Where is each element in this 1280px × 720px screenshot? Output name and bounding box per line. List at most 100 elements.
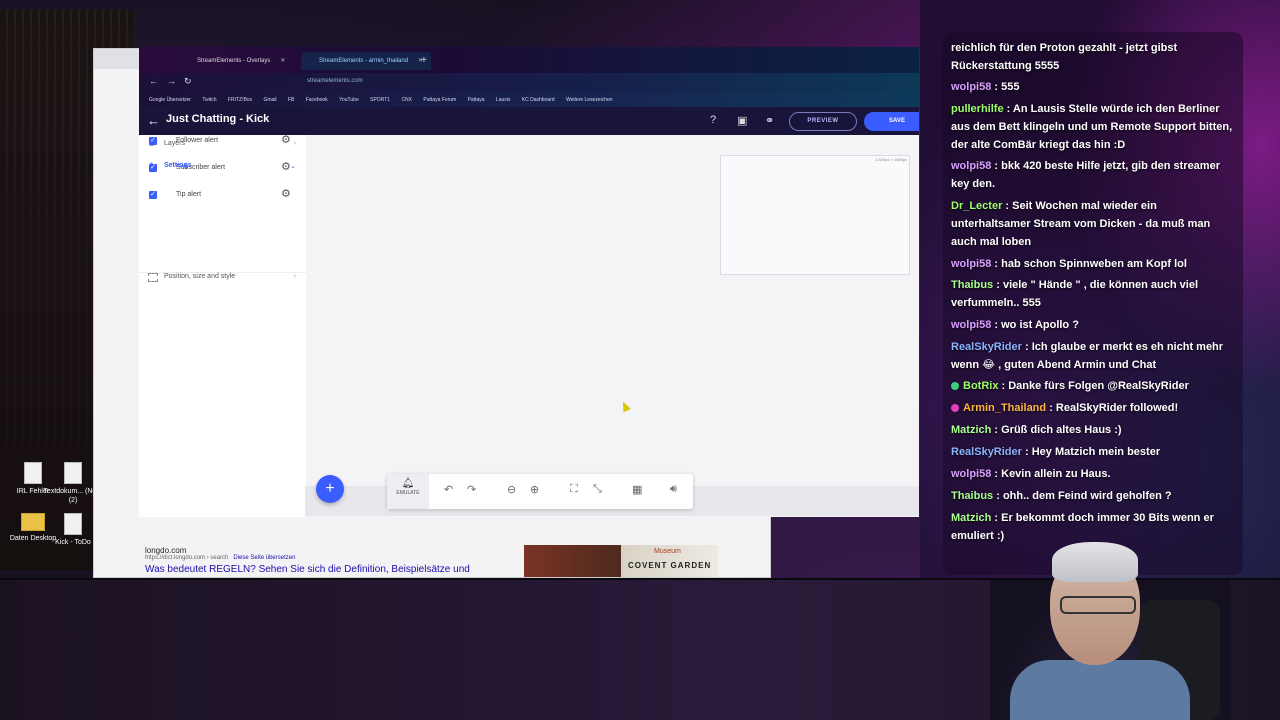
streamer-hair <box>1052 542 1138 582</box>
chat-message: wolpi58 : Kevin allein zu Haus. <box>951 468 1111 480</box>
chat-username: Thaibus <box>951 490 994 502</box>
save-button[interactable]: SAVE <box>864 112 919 131</box>
overlay-title[interactable]: Just Chatting - Kick <box>166 113 269 125</box>
chat-message: wolpi58 : bkk 420 beste Hilfe jetzt, gib… <box>951 160 1220 190</box>
url-text[interactable]: streamelements.com <box>307 78 363 84</box>
tab-armin-thailand[interactable]: StreamElements - armin_thailand ✕ <box>301 52 431 70</box>
chat-username: Matzich <box>951 424 992 436</box>
new-tab-icon[interactable]: + <box>417 52 431 70</box>
chat-username: Thaibus <box>951 279 994 291</box>
sidebar-item-position[interactable]: Position, size and style › <box>139 272 306 282</box>
volume-icon[interactable]: 🔊︎ <box>670 483 677 496</box>
address-bar[interactable]: ← → ↻ streamelements.com <box>139 73 919 93</box>
bookmark-item[interactable]: SPORT1 <box>370 93 390 107</box>
bookmarks-bar: Google Übersetzer Twitch FRITZ!Box Gmail… <box>139 93 919 107</box>
redo-icon[interactable]: ↷ <box>467 483 476 496</box>
chat-message: Matzich : Grüß dich altes Haus :) <box>951 424 1122 436</box>
document-icon <box>64 513 82 535</box>
chevron-right-icon: › <box>293 273 296 280</box>
editor-header: ← Just Chatting - Kick ? ▣ ⚭ PREVIEW SAV… <box>139 107 919 135</box>
grid-icon[interactable]: ▦ <box>632 483 642 496</box>
museum-label: Museum <box>654 548 681 555</box>
emulate-button[interactable]: 🔔︎ EMULATE <box>387 474 429 509</box>
streamelements-browser-window[interactable]: StreamElements - Overlays ✕ StreamElement… <box>139 47 919 517</box>
bookmark-item[interactable]: Gmail <box>263 93 276 107</box>
link-icon[interactable]: ⚭ <box>765 114 774 127</box>
chevron-down-icon: ⌄ <box>290 163 296 170</box>
bookmark-item[interactable]: Pattaya Forum <box>423 93 456 107</box>
chat-username: RealSkyRider <box>951 446 1022 458</box>
zoom-out-icon[interactable]: ⊖ <box>507 483 516 496</box>
help-icon[interactable]: ? <box>710 114 716 126</box>
chat-message: RealSkyRider : Ich glaube er merkt es eh… <box>951 341 1224 371</box>
undo-icon[interactable]: ↶ <box>444 483 453 496</box>
chat-username: wolpi58 <box>951 468 992 480</box>
chat-message: Thaibus : viele " Hände " , die können a… <box>951 279 1198 309</box>
map-image-thumbnail[interactable]: Museum COVENT GARDEN <box>524 545 718 577</box>
alert-widget-box[interactable]: 1,920px × 1080px <box>720 155 910 275</box>
bookmark-item[interactable]: KC Dashboard <box>522 93 555 107</box>
bookmark-item[interactable]: CNX <box>401 93 412 107</box>
search-result[interactable]: longdo.com https://dict.longdo.com › sea… <box>145 546 505 575</box>
chat-username: BotRix <box>963 380 999 392</box>
follower-alert-label: Follower alert <box>176 137 219 144</box>
exit-fullscreen-icon[interactable]: ⤡ <box>593 483 602 496</box>
chat-message: Armin_Thailand : RealSkyRider followed! <box>951 399 1236 417</box>
bookmark-item[interactable]: FB <box>288 93 294 107</box>
bookmark-item[interactable]: FRITZ!Box <box>228 93 252 107</box>
document-icon <box>24 462 42 484</box>
webcam-feed <box>990 540 1230 720</box>
fullscreen-icon[interactable]: ⛶ <box>570 483 578 496</box>
tip-alert-label: Tip alert <box>176 191 202 198</box>
bookmark-item[interactable]: Lausis <box>496 93 510 107</box>
result-site: longdo.com <box>145 546 187 555</box>
chat-message: Thaibus : ohh.. dem Feind wird geholfen … <box>951 490 1172 502</box>
chat-message: RealSkyRider : Hey Matzich mein bester <box>951 446 1161 458</box>
bookmark-item[interactable]: Facebook <box>306 93 328 107</box>
tab-overlays[interactable]: StreamElements - Overlays ✕ <box>179 52 307 70</box>
forward-arrow-icon[interactable]: → <box>167 76 176 86</box>
back-arrow-icon[interactable]: ← <box>147 113 160 128</box>
preview-button[interactable]: PREVIEW <box>789 112 857 131</box>
zoom-in-icon[interactable]: ⊕ <box>530 483 539 496</box>
streamer-body <box>1010 660 1190 720</box>
bookmark-item[interactable]: Pattaya <box>468 93 485 107</box>
add-widget-button[interactable]: + <box>316 475 344 503</box>
editor-toolbar: 🔔︎ EMULATE ↶ ↷ ⊖ ⊕ ⛶ ⤡ ▦ 🔊︎ <box>387 474 693 509</box>
chat-username: pullerhilfe <box>951 103 1004 115</box>
chat-username: Matzich <box>951 512 992 524</box>
overlay-canvas[interactable]: 1,920px × 1080px <box>306 135 919 517</box>
bookmark-item[interactable]: Twitch <box>202 93 216 107</box>
glasses <box>1060 596 1136 614</box>
follower-alert-checkbox[interactable]: ✓ <box>149 137 157 145</box>
tip-alert-checkbox[interactable]: ✓ <box>149 191 157 199</box>
close-icon[interactable]: ✕ <box>280 58 285 64</box>
gear-icon[interactable]: ⚙ <box>281 133 291 146</box>
bookmark-item[interactable]: Weitere Lesezeichen <box>566 93 613 107</box>
bookmark-item[interactable]: YouTube <box>339 93 359 107</box>
settings-sidebar: ≡ Layers › ✎ Settings ⌄ ✓ Follower alert… <box>139 133 307 517</box>
reload-icon[interactable]: ↻ <box>184 76 192 87</box>
chat-message: wolpi58 : 555 <box>951 81 1020 93</box>
chevron-right-icon: › <box>293 140 296 147</box>
monitor-icon[interactable]: ▣ <box>737 114 747 127</box>
translate-link[interactable]: Diese Seite übersetzen <box>233 555 295 561</box>
chat-username: wolpi58 <box>951 81 992 93</box>
document-icon <box>64 462 82 484</box>
bookmark-item[interactable]: Google Übersetzer <box>149 93 191 107</box>
gear-icon[interactable]: ⚙ <box>281 160 291 173</box>
subscriber-alert-label: Subscriber alert <box>176 164 226 171</box>
back-arrow-icon[interactable]: ← <box>149 76 158 86</box>
chat-message: wolpi58 : hab schon Spinnweben am Kopf l… <box>951 258 1187 270</box>
result-title[interactable]: Was bedeutet REGELN? Sehen Sie sich die … <box>145 564 505 575</box>
gear-icon[interactable]: ⚙ <box>281 187 291 200</box>
covent-garden-label: COVENT GARDEN <box>628 561 712 570</box>
subscriber-alert-checkbox[interactable]: ✓ <box>149 164 157 172</box>
chat-message: Dr_Lecter : Seit Wochen mal wieder ein u… <box>951 200 1211 248</box>
chat-username: wolpi58 <box>951 319 992 331</box>
chat-username: wolpi58 <box>951 258 992 270</box>
chat-username: Armin_Thailand <box>963 402 1047 414</box>
folder-icon <box>21 513 45 531</box>
chat-message: pullerhilfe : An Lausis Stelle würde ich… <box>951 103 1233 151</box>
browser-tab-bar: StreamElements - Overlays ✕ StreamElement… <box>139 47 919 73</box>
